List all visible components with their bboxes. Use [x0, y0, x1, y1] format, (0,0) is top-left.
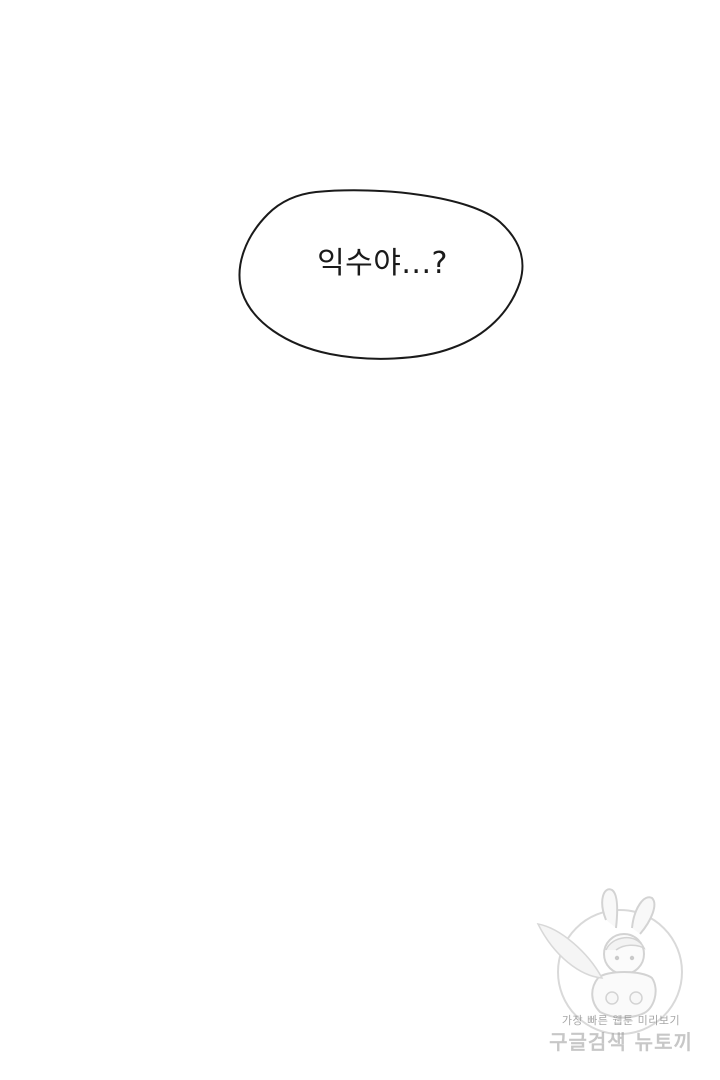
watermark-site-name: 구글검색 뉴토끼	[549, 1030, 693, 1054]
speech-bubble-text: 익수야...?	[317, 246, 448, 281]
comic-panel: 익수야...? 가장 빠른 웹툰 미리보기 구글검색 뉴토끼	[0, 0, 720, 1080]
